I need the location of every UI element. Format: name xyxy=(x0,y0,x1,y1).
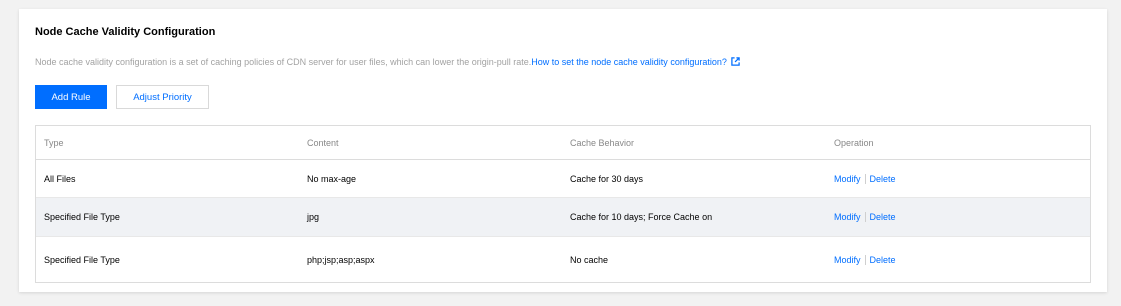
column-header-content: Content xyxy=(307,137,339,148)
row-cache-behavior: No cache xyxy=(570,254,609,265)
delete-link[interactable]: Delete xyxy=(870,174,896,184)
divider xyxy=(864,173,866,184)
table-row: Specified File Type jpg Cache for 10 day… xyxy=(36,198,1090,237)
column-header-cache-behavior: Cache Behavior xyxy=(570,137,635,148)
row-operations: Modify Delete xyxy=(834,198,896,236)
row-cache-behavior: Cache for 30 days xyxy=(570,173,644,184)
row-content: jpg xyxy=(307,212,320,222)
column-header-type: Type xyxy=(44,137,64,148)
table-row: All Files No max-age Cache for 30 days M… xyxy=(36,160,1090,198)
column-header-operation: Operation xyxy=(834,137,874,148)
row-content: php;jsp;asp;aspx xyxy=(307,254,375,265)
row-operations: Modify Delete xyxy=(834,237,896,282)
delete-link[interactable]: Delete xyxy=(870,255,896,265)
row-cache-behavior: Cache for 10 days; Force Cache on xyxy=(570,212,713,222)
cache-config-panel: Node Cache Validity Configuration Node c… xyxy=(19,9,1107,292)
panel-title: Node Cache Validity Configuration xyxy=(35,26,216,38)
help-link[interactable]: How to set the node cache validity confi… xyxy=(531,57,727,67)
table-header-row: Type Content Cache Behavior Operation xyxy=(36,126,1090,160)
panel-description: Node cache validity configuration is a s… xyxy=(35,57,740,68)
modify-link[interactable]: Modify xyxy=(834,255,861,265)
row-content: No max-age xyxy=(307,173,357,184)
delete-link[interactable]: Delete xyxy=(870,212,896,222)
add-rule-button[interactable]: Add Rule xyxy=(35,85,107,109)
description-text: Node cache validity configuration is a s… xyxy=(35,57,532,67)
row-type: All Files xyxy=(44,173,76,184)
modify-link[interactable]: Modify xyxy=(834,212,861,222)
table-row: Specified File Type php;jsp;asp;aspx No … xyxy=(36,237,1090,282)
external-link-icon[interactable] xyxy=(731,57,740,68)
modify-link[interactable]: Modify xyxy=(834,174,861,184)
row-type: Specified File Type xyxy=(44,212,120,222)
divider xyxy=(864,212,866,222)
row-type: Specified File Type xyxy=(44,254,120,265)
cache-rules-table: Type Content Cache Behavior Operation Al… xyxy=(35,125,1091,283)
divider xyxy=(864,254,866,265)
adjust-priority-button[interactable]: Adjust Priority xyxy=(116,85,209,109)
row-operations: Modify Delete xyxy=(834,160,896,197)
